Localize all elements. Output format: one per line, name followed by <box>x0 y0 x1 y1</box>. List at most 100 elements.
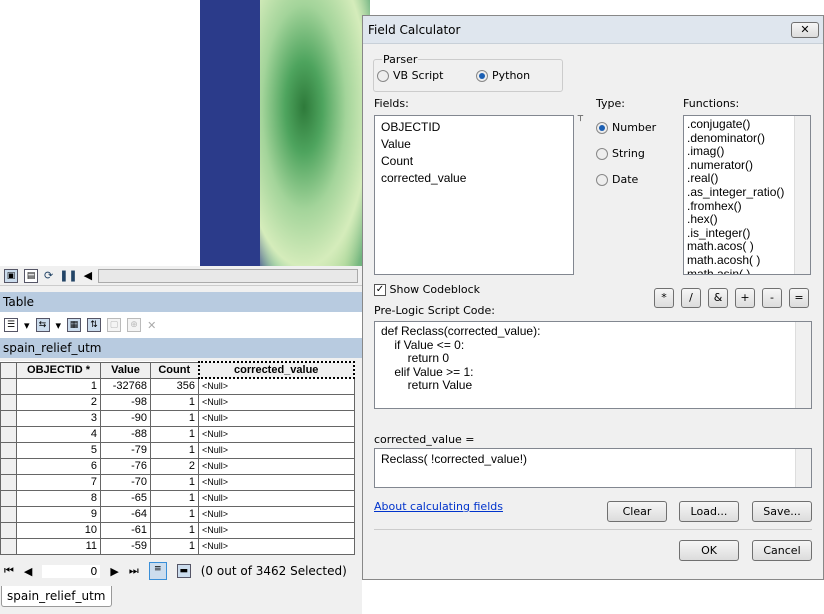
operator-button[interactable]: * <box>654 288 674 308</box>
fields-list[interactable]: OBJECTID Value Count corrected_value <box>374 115 574 275</box>
show-all-records-icon[interactable]: ≡ <box>148 562 167 580</box>
related-tables-icon[interactable]: ⇆ <box>35 318 50 332</box>
cell-objectid[interactable]: 7 <box>16 473 101 491</box>
row-selector[interactable] <box>0 489 17 507</box>
table-row[interactable]: 3 -90 1 <Null> <box>0 409 355 427</box>
parser-python[interactable]: Python <box>476 69 530 82</box>
cell-corrected-value[interactable]: <Null> <box>198 425 355 443</box>
operator-button[interactable]: & <box>708 288 728 308</box>
radio-selected-icon[interactable] <box>476 70 488 82</box>
clear-button[interactable]: Clear <box>607 501 667 522</box>
load-button[interactable]: Load... <box>679 501 739 522</box>
cell-value[interactable]: -61 <box>100 521 151 539</box>
cell-corrected-value[interactable]: <Null> <box>198 489 355 507</box>
scroll-left-icon[interactable]: ◀ <box>84 269 92 282</box>
cancel-button[interactable]: Cancel <box>752 540 812 561</box>
cell-objectid[interactable]: 9 <box>16 505 101 523</box>
cell-count[interactable]: 1 <box>150 473 199 491</box>
type-option-date[interactable]: Date <box>596 173 656 199</box>
cell-value[interactable]: -88 <box>100 425 151 443</box>
table-row[interactable]: 5 -79 1 <Null> <box>0 441 355 459</box>
operator-button[interactable]: - <box>762 288 782 308</box>
expression-editor[interactable]: Reclass( !corrected_value!) <box>374 448 812 488</box>
cell-corrected-value[interactable]: <Null> <box>198 537 355 555</box>
table-row[interactable]: 9 -64 1 <Null> <box>0 505 355 523</box>
cell-objectid[interactable]: 8 <box>16 489 101 507</box>
table-row[interactable]: 4 -88 1 <Null> <box>0 425 355 443</box>
cell-count[interactable]: 1 <box>150 505 199 523</box>
first-record-icon[interactable]: ⏮ <box>4 564 14 578</box>
cell-value[interactable]: -70 <box>100 473 151 491</box>
table-name-tab[interactable]: spain_relief_utm <box>0 338 362 358</box>
prelogic-code-editor[interactable]: def Reclass(corrected_value): if Value <… <box>374 321 812 409</box>
function-item[interactable]: .real() <box>687 172 807 186</box>
functions-scrollbar[interactable] <box>794 116 810 274</box>
row-selector[interactable] <box>0 473 17 491</box>
cell-value[interactable]: -32768 <box>100 377 151 395</box>
row-selector[interactable] <box>0 457 17 475</box>
parser-vbscript[interactable]: VB Script <box>377 69 443 82</box>
layout-view-icon[interactable]: ▤ <box>24 268 38 283</box>
cell-objectid[interactable]: 11 <box>16 537 101 555</box>
checkbox-checked-icon[interactable]: ✓ <box>374 284 386 296</box>
type-option-string[interactable]: String <box>596 147 656 173</box>
cell-value[interactable]: -79 <box>100 441 151 459</box>
cell-count[interactable]: 1 <box>150 537 199 555</box>
row-selector[interactable] <box>0 521 17 539</box>
sort-icon[interactable]: ⊤ <box>577 114 584 123</box>
cell-count[interactable]: 1 <box>150 393 199 411</box>
previous-record-icon[interactable]: ◀ <box>24 565 32 578</box>
row-selector[interactable] <box>0 393 17 411</box>
save-button[interactable]: Save... <box>752 501 812 522</box>
operator-button[interactable]: / <box>681 288 701 308</box>
field-item[interactable]: corrected_value <box>381 170 567 187</box>
row-selector-header[interactable] <box>0 361 17 379</box>
field-item[interactable]: Value <box>381 136 567 153</box>
cell-objectid[interactable]: 3 <box>16 409 101 427</box>
function-item[interactable]: .conjugate() <box>687 117 807 132</box>
function-item[interactable]: .fromhex() <box>687 199 807 214</box>
cell-objectid[interactable]: 6 <box>16 457 101 475</box>
code-scrollbar[interactable] <box>795 322 811 408</box>
row-selector[interactable] <box>0 425 17 443</box>
cell-value[interactable]: -59 <box>100 537 151 555</box>
cell-value[interactable]: -76 <box>100 457 151 475</box>
table-options-icon[interactable]: ☰ <box>4 318 18 332</box>
cell-count[interactable]: 2 <box>150 457 199 475</box>
row-selector[interactable] <box>0 409 17 427</box>
cell-objectid[interactable]: 10 <box>16 521 101 539</box>
function-item[interactable]: .hex() <box>687 213 807 227</box>
function-item[interactable]: .is_integer() <box>687 226 807 241</box>
column-header-count[interactable]: Count <box>150 361 199 379</box>
cell-corrected-value[interactable]: <Null> <box>198 441 355 459</box>
cell-corrected-value[interactable]: <Null> <box>198 393 355 411</box>
cell-objectid[interactable]: 1 <box>16 377 101 395</box>
cell-objectid[interactable]: 2 <box>16 393 101 411</box>
data-view-icon[interactable]: ▣ <box>4 268 18 283</box>
cell-count[interactable]: 1 <box>150 425 199 443</box>
refresh-icon[interactable]: ⟳ <box>44 269 53 282</box>
cell-corrected-value[interactable]: <Null> <box>198 377 355 395</box>
row-selector[interactable] <box>0 505 17 523</box>
table-row[interactable]: 10 -61 1 <Null> <box>0 521 355 539</box>
function-item[interactable]: .denominator() <box>687 131 807 146</box>
cell-count[interactable]: 356 <box>150 377 199 395</box>
row-selector[interactable] <box>0 537 17 555</box>
radio-icon[interactable] <box>377 70 389 82</box>
pause-icon[interactable]: ❚❚ <box>59 269 77 282</box>
cell-count[interactable]: 1 <box>150 521 199 539</box>
field-item[interactable]: Count <box>381 153 567 170</box>
function-item[interactable]: math.asin( ) <box>687 267 807 274</box>
show-codeblock-checkbox[interactable]: ✓ Show Codeblock <box>374 283 480 296</box>
cell-objectid[interactable]: 4 <box>16 425 101 443</box>
switch-selection-icon[interactable]: ⇅ <box>87 318 102 332</box>
table-row[interactable]: 2 -98 1 <Null> <box>0 393 355 411</box>
cell-count[interactable]: 1 <box>150 441 199 459</box>
function-item[interactable]: math.acos( ) <box>687 240 807 254</box>
record-position-input[interactable]: 0 <box>42 564 101 578</box>
column-header-value[interactable]: Value <box>100 361 151 379</box>
cell-corrected-value[interactable]: <Null> <box>198 521 355 539</box>
cell-value[interactable]: -98 <box>100 393 151 411</box>
table-row[interactable]: 7 -70 1 <Null> <box>0 473 355 491</box>
about-calculating-fields-link[interactable]: About calculating fields <box>374 500 503 513</box>
